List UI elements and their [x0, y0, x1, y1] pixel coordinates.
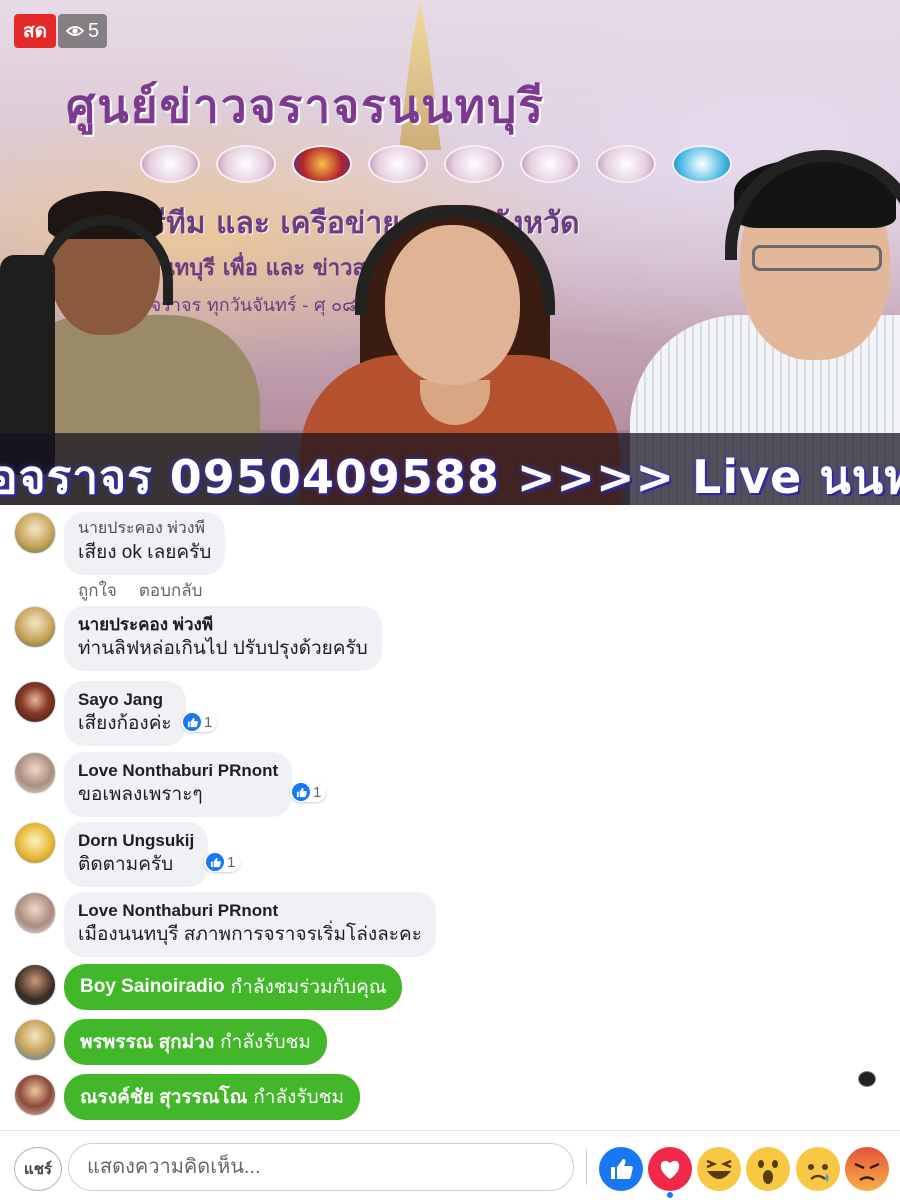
reply-link[interactable]: ตอบกลับ [139, 577, 203, 604]
divider [586, 1149, 587, 1185]
join-event-bubble: Boy Sainoiradio กำลังชมร่วมกับคุณ [64, 964, 403, 1010]
comment: นายประคอง พ่วงพี ท่านลิฟหล่อเกินไป ปรับป… [14, 606, 382, 671]
share-button[interactable]: แชร์ [14, 1147, 62, 1191]
avatar[interactable] [14, 1019, 56, 1061]
comment-author[interactable]: นายประคอง พ่วงพี [78, 518, 211, 540]
thumbs-up-icon [292, 783, 310, 801]
banner-title: ศูนย์ข่าวจราจรนนทบุรี [66, 79, 545, 133]
floating-reaction-icon [858, 1071, 876, 1087]
selected-reaction-indicator [667, 1192, 673, 1198]
join-event: Boy Sainoiradio กำลังชมร่วมกับคุณ [14, 964, 403, 1010]
love-icon[interactable] [648, 1147, 692, 1191]
comment-bubble: นายประคอง พ่วงพี ท่านลิฟหล่อเกินไป ปรับป… [64, 606, 382, 671]
comment-bubble: Love Nonthaburi PRnont ขอเพลงเพราะๆ [64, 752, 293, 817]
haha-icon[interactable] [697, 1147, 741, 1191]
eye-icon [66, 26, 84, 36]
avatar[interactable] [14, 964, 56, 1006]
comment: นายประคอง พ่วงพี เสียง ok เลยครับ [14, 512, 226, 575]
join-event: ณรงค์ชัย สุวรรณโณ กำลังรับชม [14, 1074, 361, 1120]
join-event-bubble: ณรงค์ชัย สุวรรณโณ กำลังรับชม [64, 1074, 361, 1120]
viewer-status: กำลังรับชม [253, 1087, 345, 1108]
angry-icon[interactable] [845, 1147, 889, 1191]
comment-bubble: Sayo Jang เสียงก้องค่ะ [64, 681, 186, 746]
viewer-status: กำลังรับชม [220, 1032, 311, 1053]
live-video-player[interactable]: ศูนย์ข่าวจราจรนนทบุรี รีทีม และ เครือข่า… [0, 0, 900, 505]
comment: Sayo Jang เสียงก้องค่ะ [14, 681, 186, 746]
comment-like-count[interactable]: 1 [204, 852, 241, 872]
comment-text: ติดตามครับ [78, 854, 174, 875]
news-ticker: อจราจร 0950409588 >>>> Live นนท [0, 433, 900, 505]
comment-text: ท่านลิฟหล่อเกินไป ปรับปรุงด้วยครับ [78, 638, 368, 659]
like-link[interactable]: ถูกใจ [78, 577, 117, 604]
sad-icon[interactable] [796, 1147, 840, 1191]
comment-author[interactable]: Love Nonthaburi PRnont [78, 760, 278, 782]
viewer-name[interactable]: Boy Sainoiradio [80, 976, 225, 998]
viewer-name[interactable]: พรพรรณ สุกม่วง [80, 1027, 214, 1057]
comment-like-count[interactable]: 1 [181, 712, 218, 732]
comment-text: เสียงก้องค่ะ [78, 713, 172, 734]
comment-author[interactable]: Love Nonthaburi PRnont [78, 900, 422, 922]
comment-actions: ถูกใจ ตอบกลับ [78, 577, 202, 604]
thumbs-up-icon [206, 853, 224, 871]
comment-author[interactable]: Dorn Ungsukij [78, 830, 194, 852]
comment-text: ขอเพลงเพราะๆ [78, 784, 203, 805]
avatar[interactable] [14, 606, 56, 648]
viewer-name[interactable]: ณรงค์ชัย สุวรรณโณ [80, 1082, 247, 1112]
avatar[interactable] [14, 681, 56, 723]
comment-bubble: Love Nonthaburi PRnont เมืองนนทบุรี สภาพ… [64, 892, 436, 957]
avatar[interactable] [14, 512, 56, 554]
live-badge: สด [14, 14, 56, 48]
comment-input[interactable] [68, 1143, 574, 1191]
comment-composer: แชร์ [0, 1130, 900, 1200]
avatar[interactable] [14, 752, 56, 794]
comment-bubble: นายประคอง พ่วงพี เสียง ok เลยครับ [64, 512, 226, 575]
viewer-count: 5 [88, 19, 100, 42]
comment-author[interactable]: นายประคอง พ่วงพี [78, 614, 368, 636]
comment-author[interactable]: Sayo Jang [78, 689, 172, 711]
join-event-bubble: พรพรรณ สุกม่วง กำลังรับชม [64, 1019, 327, 1065]
avatar[interactable] [14, 822, 56, 864]
avatar[interactable] [14, 1074, 56, 1116]
comment-bubble: Dorn Ungsukij ติดตามครับ [64, 822, 209, 887]
wow-icon[interactable] [746, 1147, 790, 1191]
comment-text: เมืองนนทบุรี สภาพการจราจรเริ่มโล่งละคะ [78, 924, 422, 945]
avatar[interactable] [14, 892, 56, 934]
viewer-count-badge: 5 [58, 14, 108, 48]
viewer-status: กำลังชมร่วมกับคุณ [230, 977, 387, 998]
like-icon[interactable] [599, 1147, 643, 1191]
comment: Love Nonthaburi PRnont เมืองนนทบุรี สภาพ… [14, 892, 436, 957]
comment-like-count[interactable]: 1 [290, 782, 327, 802]
join-event: พรพรรณ สุกม่วง กำลังรับชม [14, 1019, 327, 1065]
comment: Dorn Ungsukij ติดตามครับ [14, 822, 209, 887]
ticker-text: อจราจร 0950409588 >>>> Live นนท [0, 450, 900, 504]
comment: Love Nonthaburi PRnont ขอเพลงเพราะๆ [14, 752, 293, 817]
comment-text: เสียง ok เลยครับ [78, 542, 212, 563]
thumbs-up-icon [183, 713, 201, 731]
